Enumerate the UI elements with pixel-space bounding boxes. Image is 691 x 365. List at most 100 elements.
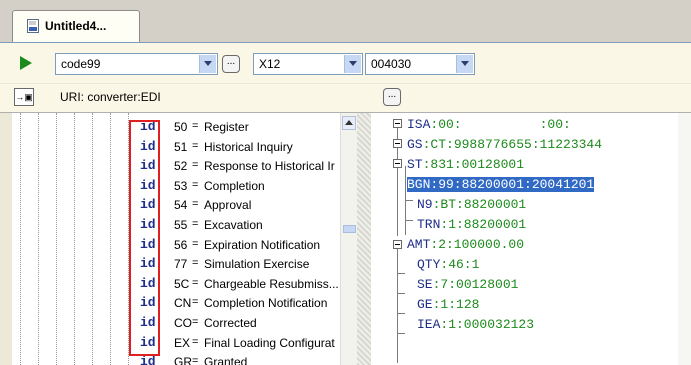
tree-guide-line: [20, 113, 21, 365]
segment-elements: :46:1: [440, 257, 480, 272]
edi-segment[interactable]: TRN:1:88200001: [417, 217, 526, 232]
segment-elements: :CT:9988776655:11223344: [422, 137, 603, 152]
segment-id: GS: [407, 137, 423, 152]
uri-switch-icon[interactable]: →▣: [14, 88, 34, 106]
enum-equals: =: [192, 198, 199, 211]
enum-equals: =: [192, 120, 199, 132]
tree-connector: [397, 333, 405, 334]
pane-splitter[interactable]: [357, 113, 371, 365]
uri-browse-button[interactable]: ...: [383, 88, 401, 106]
enum-row[interactable]: id 5C = Chargeable Resubmiss...: [132, 274, 362, 294]
scroll-up-icon[interactable]: [342, 116, 356, 130]
segment-elements: :1:128: [432, 297, 480, 312]
enum-row[interactable]: id GR = Granted: [132, 352, 362, 365]
enum-row[interactable]: id 77 = Simulation Exercise: [132, 254, 362, 274]
run-icon[interactable]: [20, 56, 32, 70]
tree-guide-line: [92, 113, 93, 365]
tree-guide-line: [38, 113, 39, 365]
enum-equals: =: [192, 257, 199, 270]
highlight-box: [129, 120, 160, 356]
enum-row[interactable]: id 52 = Response to Historical Ir: [132, 156, 362, 176]
code-combo[interactable]: code99: [55, 53, 218, 75]
enum-equals: =: [192, 237, 199, 250]
tree-connector: [397, 247, 398, 363]
collapse-icon[interactable]: [393, 139, 402, 148]
document-icon: [27, 19, 39, 33]
edi-segment[interactable]: QTY:46:1: [417, 257, 479, 272]
app-window: Untitled4... code99 ... X12 004030 →▣ UR…: [0, 0, 691, 365]
enum-code: 51: [174, 139, 188, 154]
enum-equals: =: [192, 139, 199, 152]
enum-code: 77: [174, 257, 188, 272]
tab-untitled4[interactable]: Untitled4...: [12, 10, 140, 42]
enum-equals: =: [192, 316, 199, 328]
tree-guide-line: [56, 113, 57, 365]
edi-segment[interactable]: SE:7:00128001: [417, 277, 518, 292]
enum-row[interactable]: id CN = Completion Notification: [132, 293, 362, 313]
tree-connector: [405, 220, 413, 221]
version-combo[interactable]: 004030: [365, 53, 475, 75]
segment-elements: :1:000032123: [440, 317, 535, 332]
collapse-icon[interactable]: [393, 159, 402, 168]
tree-connector: [397, 293, 405, 294]
enum-row[interactable]: id 53 = Completion: [132, 176, 362, 196]
enum-description: Final Loading Configurat: [204, 335, 335, 350]
edi-segment[interactable]: N9:BT:88200001: [417, 197, 526, 212]
enum-code: 55: [174, 218, 188, 232]
enum-row[interactable]: id EX = Final Loading Configurat: [132, 333, 362, 353]
tab-title: Untitled4...: [45, 19, 107, 33]
segment-id: GE: [417, 297, 433, 312]
segment-elements: :99:88200001:20041201: [430, 177, 595, 192]
segment-id: QTY: [417, 257, 441, 272]
segment-id: IEA: [417, 317, 441, 332]
code-combo-value: code99: [61, 57, 101, 71]
enum-code: 54: [174, 198, 188, 213]
edi-segment[interactable]: GS:CT:9988776655:11223344: [407, 137, 602, 152]
enum-code: 53: [174, 178, 188, 193]
enum-row[interactable]: id 54 = Approval: [132, 195, 362, 215]
collapse-icon[interactable]: [393, 240, 402, 249]
chevron-down-icon[interactable]: [199, 55, 216, 73]
segment-elements: :00: :00:: [430, 117, 571, 132]
segment-id: BGN: [407, 177, 431, 192]
enum-description: Completion Notification: [204, 296, 328, 311]
uri-bar: →▣ URI: converter:EDI ...: [0, 84, 691, 113]
enum-description: Register: [204, 120, 249, 134]
enum-row[interactable]: id 51 = Historical Inquiry: [132, 137, 362, 157]
edi-tree-pane[interactable]: ISA:00: :00: GS:CT:9988776655:11223344 ST:…: [371, 113, 691, 365]
segment-elements: :2:100000.00: [430, 237, 525, 252]
format-combo[interactable]: X12: [253, 53, 363, 75]
enum-row[interactable]: id 56 = Expiration Notification: [132, 235, 362, 255]
edi-segment[interactable]: IEA:1:000032123: [417, 317, 534, 332]
edi-segment[interactable]: ST:831:00128001: [407, 157, 524, 172]
chevron-down-icon[interactable]: [456, 55, 473, 73]
segment-elements: :831:00128001: [422, 157, 525, 172]
enum-equals: =: [192, 159, 199, 172]
chevron-down-icon[interactable]: [344, 55, 361, 73]
enum-code: CN: [174, 296, 192, 311]
enum-equals: =: [192, 355, 199, 365]
code-browse-button[interactable]: ...: [222, 55, 240, 73]
schema-tree-pane[interactable]: id 50 = Register id 51 = Historical Inquiry id 52…: [12, 113, 362, 365]
edi-segment[interactable]: ISA:00: :00:: [407, 117, 571, 132]
segment-elements: :7:00128001: [432, 277, 519, 292]
enum-code: CO: [174, 316, 192, 330]
tree-guide-line: [110, 113, 111, 365]
left-scrollbar[interactable]: [340, 113, 357, 365]
enum-row[interactable]: id 50 = Register: [132, 117, 362, 137]
right-scrollbar[interactable]: [678, 113, 691, 365]
edi-segment[interactable]: GE:1:128: [417, 297, 479, 312]
tree-connector: [397, 273, 405, 274]
enum-code: EX: [174, 335, 191, 350]
edi-segment[interactable]: AMT:2:100000.00: [407, 237, 524, 252]
enum-equals: =: [192, 296, 199, 309]
enum-row[interactable]: id 55 = Excavation: [132, 215, 362, 235]
tree-connector: [397, 313, 405, 314]
segment-id: ISA: [407, 117, 431, 132]
enum-row[interactable]: id CO = Corrected: [132, 313, 362, 333]
collapse-icon[interactable]: [393, 119, 402, 128]
segment-id: SE: [417, 277, 433, 292]
edi-segment-selected[interactable]: BGN:99:88200001:20041201: [407, 177, 595, 192]
scroll-thumb[interactable]: [343, 225, 356, 233]
enum-code: GR: [174, 355, 192, 365]
